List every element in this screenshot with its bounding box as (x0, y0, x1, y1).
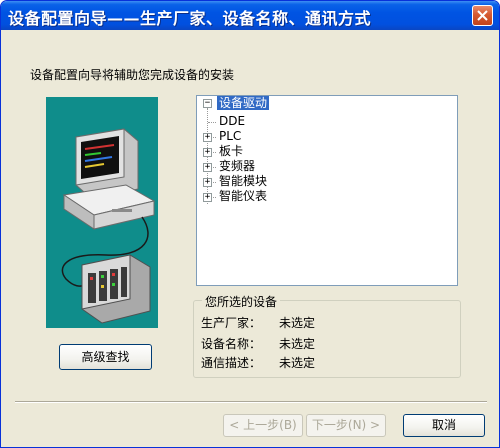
tree-node-inverter[interactable]: 变频器 (217, 159, 257, 174)
comm-desc-value: 未选定 (279, 356, 316, 370)
comm-desc-row: 通信描述： 未选定 (201, 354, 315, 371)
intro-text: 设备配置向导将辅助您完成设备的安装 (30, 68, 235, 82)
cancel-button[interactable]: 取消 (403, 414, 485, 437)
expand-icon[interactable]: + (203, 178, 212, 187)
close-icon (477, 10, 488, 21)
computer-device-illustration (46, 97, 158, 328)
close-button[interactable] (472, 5, 493, 26)
tree-node-label: DDE (219, 114, 246, 128)
tree-node-label: 智能仪表 (219, 189, 268, 203)
tree-connector-branch (208, 122, 216, 123)
tree-node-plc[interactable]: PLC (217, 129, 243, 144)
tree-node-smart-instrument[interactable]: 智能仪表 (217, 189, 269, 204)
tree-node-label: 变频器 (219, 159, 256, 173)
tree-node-board[interactable]: 板卡 (217, 144, 245, 159)
device-name-label: 设备名称： (201, 337, 262, 351)
tree-node-dde[interactable]: DDE (217, 114, 247, 129)
manufacturer-label: 生产厂家： (201, 316, 262, 330)
next-button[interactable]: 下一步(N) > (306, 414, 386, 437)
back-button[interactable]: < 上一步(B) (223, 414, 303, 437)
bottom-separator (15, 401, 487, 403)
device-tree[interactable]: − 设备驱动 DDE + PLC + 板卡 + 变频器 + 智能模块 + 智能仪… (196, 95, 458, 286)
tree-node-label: 智能模块 (219, 174, 268, 188)
tree-node-label: 板卡 (219, 144, 244, 158)
wizard-window: 设备配置向导——生产厂家、设备名称、通讯方式 设备配置向导将辅助您完成设备的安装 (0, 0, 500, 448)
group-title: 您所选的设备 (202, 293, 281, 310)
comm-desc-label: 通信描述： (201, 356, 262, 370)
tree-node-label: 设备驱动 (217, 96, 270, 110)
title-bar[interactable]: 设备配置向导——生产厂家、设备名称、通讯方式 (1, 1, 499, 30)
computer-plc-icon (61, 128, 156, 324)
expand-icon[interactable]: + (203, 133, 212, 142)
device-name-row: 设备名称： 未选定 (201, 335, 315, 352)
window-title: 设备配置向导——生产厂家、设备名称、通讯方式 (8, 9, 372, 28)
tree-node-label: PLC (219, 129, 242, 143)
tree-node-smart-module[interactable]: 智能模块 (217, 174, 269, 189)
expand-icon[interactable]: + (203, 148, 212, 157)
tree-node-device-drivers[interactable]: 设备驱动 (217, 96, 270, 111)
expand-icon[interactable]: + (203, 193, 212, 202)
device-name-value: 未选定 (279, 337, 316, 351)
manufacturer-row: 生产厂家： 未选定 (201, 314, 315, 331)
advanced-search-button[interactable]: 高级查找 (59, 344, 152, 370)
collapse-root-icon[interactable]: − (203, 99, 212, 108)
manufacturer-value: 未选定 (279, 316, 316, 330)
expand-icon[interactable]: + (203, 163, 212, 172)
